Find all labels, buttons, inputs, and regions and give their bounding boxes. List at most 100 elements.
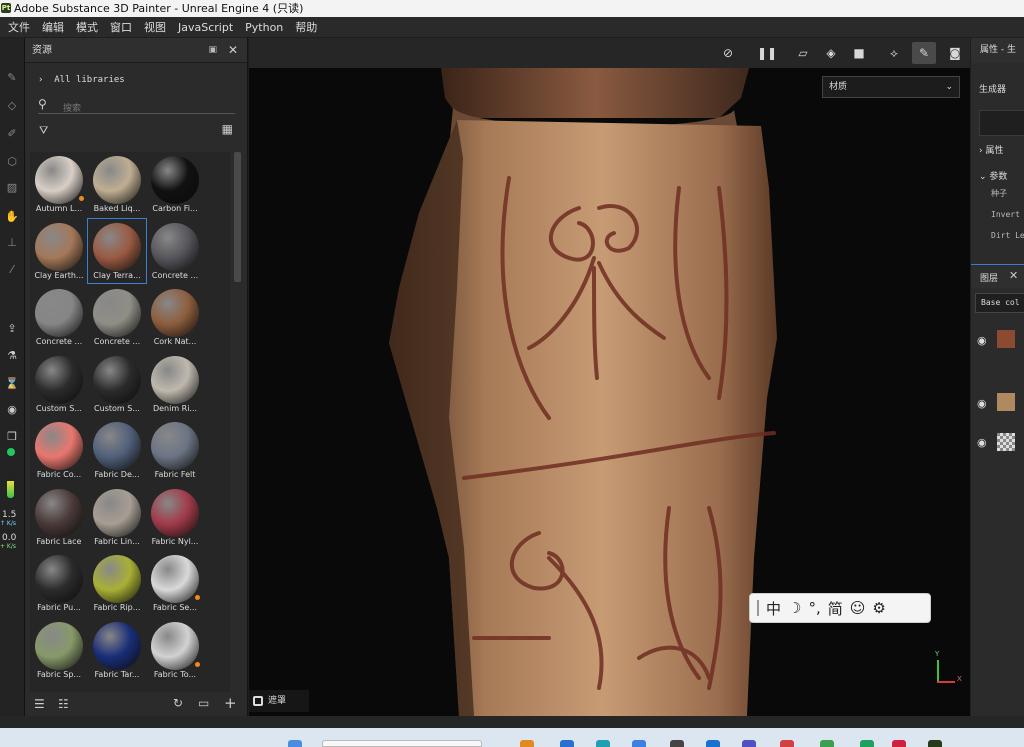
material-tile[interactable]: Fabric Co... bbox=[30, 418, 88, 482]
symmetry-icon[interactable]: ⟡ bbox=[885, 45, 903, 61]
color-picker-icon[interactable]: ⁄ bbox=[4, 263, 20, 277]
expand-list-icon[interactable]: ☷ bbox=[58, 697, 69, 711]
menu-python[interactable]: Python bbox=[241, 21, 291, 34]
close-icon[interactable]: ✕ bbox=[228, 38, 238, 63]
material-tile[interactable]: Fabric To... bbox=[146, 618, 204, 682]
3d-viewport[interactable]: ⊘ ❚❚ ▱ ◈ ■ ⟡ ✎ ◙ 材质 ⌄ 中 ☽ °, 简 ☺ ⚙ Y X 遮… bbox=[249, 38, 970, 716]
taskbar-app-icon[interactable] bbox=[520, 740, 534, 747]
bucket-icon[interactable]: ⌛ bbox=[4, 377, 20, 391]
bake-icon[interactable]: ⚗ bbox=[4, 349, 20, 363]
taskbar-search-icon[interactable] bbox=[322, 740, 482, 747]
material-tile[interactable]: Custom S... bbox=[30, 352, 88, 416]
projection-icon[interactable]: ✐ bbox=[4, 127, 20, 141]
material-tile[interactable]: Fabric Lin... bbox=[88, 485, 146, 549]
filter-icon[interactable]: ⛛ bbox=[39, 124, 48, 138]
ime-drag-handle[interactable] bbox=[757, 600, 759, 616]
selection-mode-icon[interactable]: ▱ bbox=[794, 45, 812, 61]
taskbar-app-icon[interactable] bbox=[820, 740, 834, 747]
material-tile[interactable]: Concrete ... bbox=[88, 285, 146, 349]
layer-thumbnail[interactable] bbox=[997, 330, 1015, 348]
section-params[interactable]: ⌄ 参数 bbox=[979, 169, 1007, 182]
material-tile[interactable]: Fabric Lace bbox=[30, 485, 88, 549]
cube-view-icon[interactable]: ◈ bbox=[822, 45, 840, 61]
menu-mode[interactable]: 模式 bbox=[72, 19, 106, 35]
all-libraries-tree[interactable]: › All libraries bbox=[38, 75, 125, 85]
moon-icon[interactable]: ☽ bbox=[788, 599, 801, 617]
material-tile[interactable]: Baked Liq... bbox=[88, 152, 146, 216]
menu-window[interactable]: 窗口 bbox=[106, 19, 140, 35]
generator-slot[interactable] bbox=[979, 110, 1024, 136]
taskbar-app-icon[interactable] bbox=[670, 740, 684, 747]
material-tile[interactable]: Fabric Pu... bbox=[30, 551, 88, 615]
eye-icon[interactable]: ◉ bbox=[977, 334, 987, 347]
paint-mode-icon[interactable]: ✎ bbox=[912, 42, 936, 64]
eye-icon[interactable]: ◉ bbox=[977, 397, 987, 410]
taskbar-app-icon[interactable] bbox=[780, 740, 794, 747]
camera-settings-icon[interactable]: ◉ bbox=[4, 403, 20, 417]
camera-icon[interactable]: ■ bbox=[850, 45, 868, 61]
pause-icon[interactable]: ❚❚ bbox=[757, 45, 777, 61]
3d-cube-icon[interactable]: ❒ bbox=[4, 430, 20, 444]
ime-chinese-mode[interactable]: 中 bbox=[766, 598, 781, 619]
material-tile[interactable]: Autumn L... bbox=[30, 152, 88, 216]
material-tile[interactable]: Fabric Sp... bbox=[30, 618, 88, 682]
emoji-icon[interactable]: ☺ bbox=[850, 599, 866, 617]
menu-edit[interactable]: 编辑 bbox=[38, 19, 72, 35]
material-tile[interactable]: Clay Terra... bbox=[87, 217, 147, 284]
menu-help[interactable]: 帮助 bbox=[291, 19, 325, 35]
folder-icon[interactable]: ▭ bbox=[198, 696, 209, 710]
material-tile[interactable]: Fabric Felt bbox=[146, 418, 204, 482]
menu-file[interactable]: 文件 bbox=[4, 19, 38, 35]
paint-brush-icon[interactable]: ✎ bbox=[4, 71, 20, 85]
maximize-icon[interactable]: ▣ bbox=[208, 38, 217, 63]
grid-view-icon[interactable]: ▦ bbox=[222, 122, 233, 136]
collapse-list-icon[interactable]: ☰ bbox=[34, 697, 45, 711]
material-tile[interactable]: Concrete ... bbox=[30, 285, 88, 349]
settings-icon[interactable]: ⚙ bbox=[872, 599, 885, 617]
taskbar-app-icon[interactable] bbox=[928, 740, 942, 747]
material-tile[interactable]: Concrete ... bbox=[146, 219, 204, 283]
scrollbar[interactable] bbox=[234, 152, 241, 282]
channel-select[interactable]: Base col bbox=[975, 293, 1024, 313]
layer-thumbnail[interactable] bbox=[997, 393, 1015, 411]
material-tile[interactable]: Fabric Rip... bbox=[88, 551, 146, 615]
taskbar-app-icon[interactable] bbox=[706, 740, 720, 747]
eye-icon[interactable]: ◉ bbox=[977, 436, 987, 449]
material-tile[interactable]: Carbon Fi... bbox=[146, 152, 204, 216]
material-tile[interactable]: Custom S... bbox=[88, 352, 146, 416]
search-input[interactable]: ⚲ 搜索 bbox=[38, 97, 235, 114]
refresh-icon[interactable]: ↻ bbox=[173, 696, 183, 710]
material-tile[interactable]: Fabric Nyl... bbox=[146, 485, 204, 549]
clone-stamp-icon[interactable]: ⊥ bbox=[4, 236, 20, 250]
menu-javascript[interactable]: JavaScript bbox=[174, 21, 241, 34]
taskbar-app-icon[interactable] bbox=[560, 740, 574, 747]
add-icon[interactable]: + bbox=[224, 694, 237, 712]
taskbar-app-icon[interactable] bbox=[742, 740, 756, 747]
ime-simplified[interactable]: 简 bbox=[828, 598, 843, 619]
layer-thumbnail[interactable] bbox=[997, 433, 1015, 451]
material-tile[interactable]: Denim Ri... bbox=[146, 352, 204, 416]
geometry-mask-icon[interactable]: ⬡ bbox=[4, 155, 20, 169]
material-tile[interactable]: Fabric De... bbox=[88, 418, 146, 482]
screenshot-icon[interactable]: ◙ bbox=[946, 45, 964, 61]
material-mode-select[interactable]: 材质 ⌄ bbox=[822, 76, 960, 98]
eraser-icon[interactable]: ◇ bbox=[4, 99, 20, 113]
material-tile[interactable]: Clay Earth... bbox=[30, 219, 88, 283]
taskbar-app-icon[interactable] bbox=[596, 740, 610, 747]
layers-close-icon[interactable]: ✕ bbox=[1009, 269, 1018, 282]
material-tile[interactable]: Fabric Se... bbox=[146, 551, 204, 615]
menu-view[interactable]: 视图 bbox=[140, 19, 174, 35]
hide-ui-icon[interactable]: ⊘ bbox=[719, 45, 737, 61]
mask-toggle[interactable]: 遮罩 bbox=[249, 690, 309, 712]
smudge-icon[interactable]: ✋ bbox=[4, 210, 20, 224]
section-attributes[interactable]: › 属性 bbox=[979, 143, 1003, 156]
taskbar-app-icon[interactable] bbox=[288, 740, 302, 747]
taskbar-app-icon[interactable] bbox=[632, 740, 646, 747]
material-tile[interactable]: Cork Nat... bbox=[146, 285, 204, 349]
taskbar-app-icon[interactable] bbox=[860, 740, 874, 747]
polygon-fill-icon[interactable]: ▨ bbox=[4, 181, 20, 195]
taskbar-app-icon[interactable] bbox=[892, 740, 906, 747]
bake-export-icon[interactable]: ⇪ bbox=[4, 322, 20, 336]
punctuation-icon[interactable]: °, bbox=[808, 599, 820, 617]
material-tile[interactable]: Fabric Tar... bbox=[88, 618, 146, 682]
